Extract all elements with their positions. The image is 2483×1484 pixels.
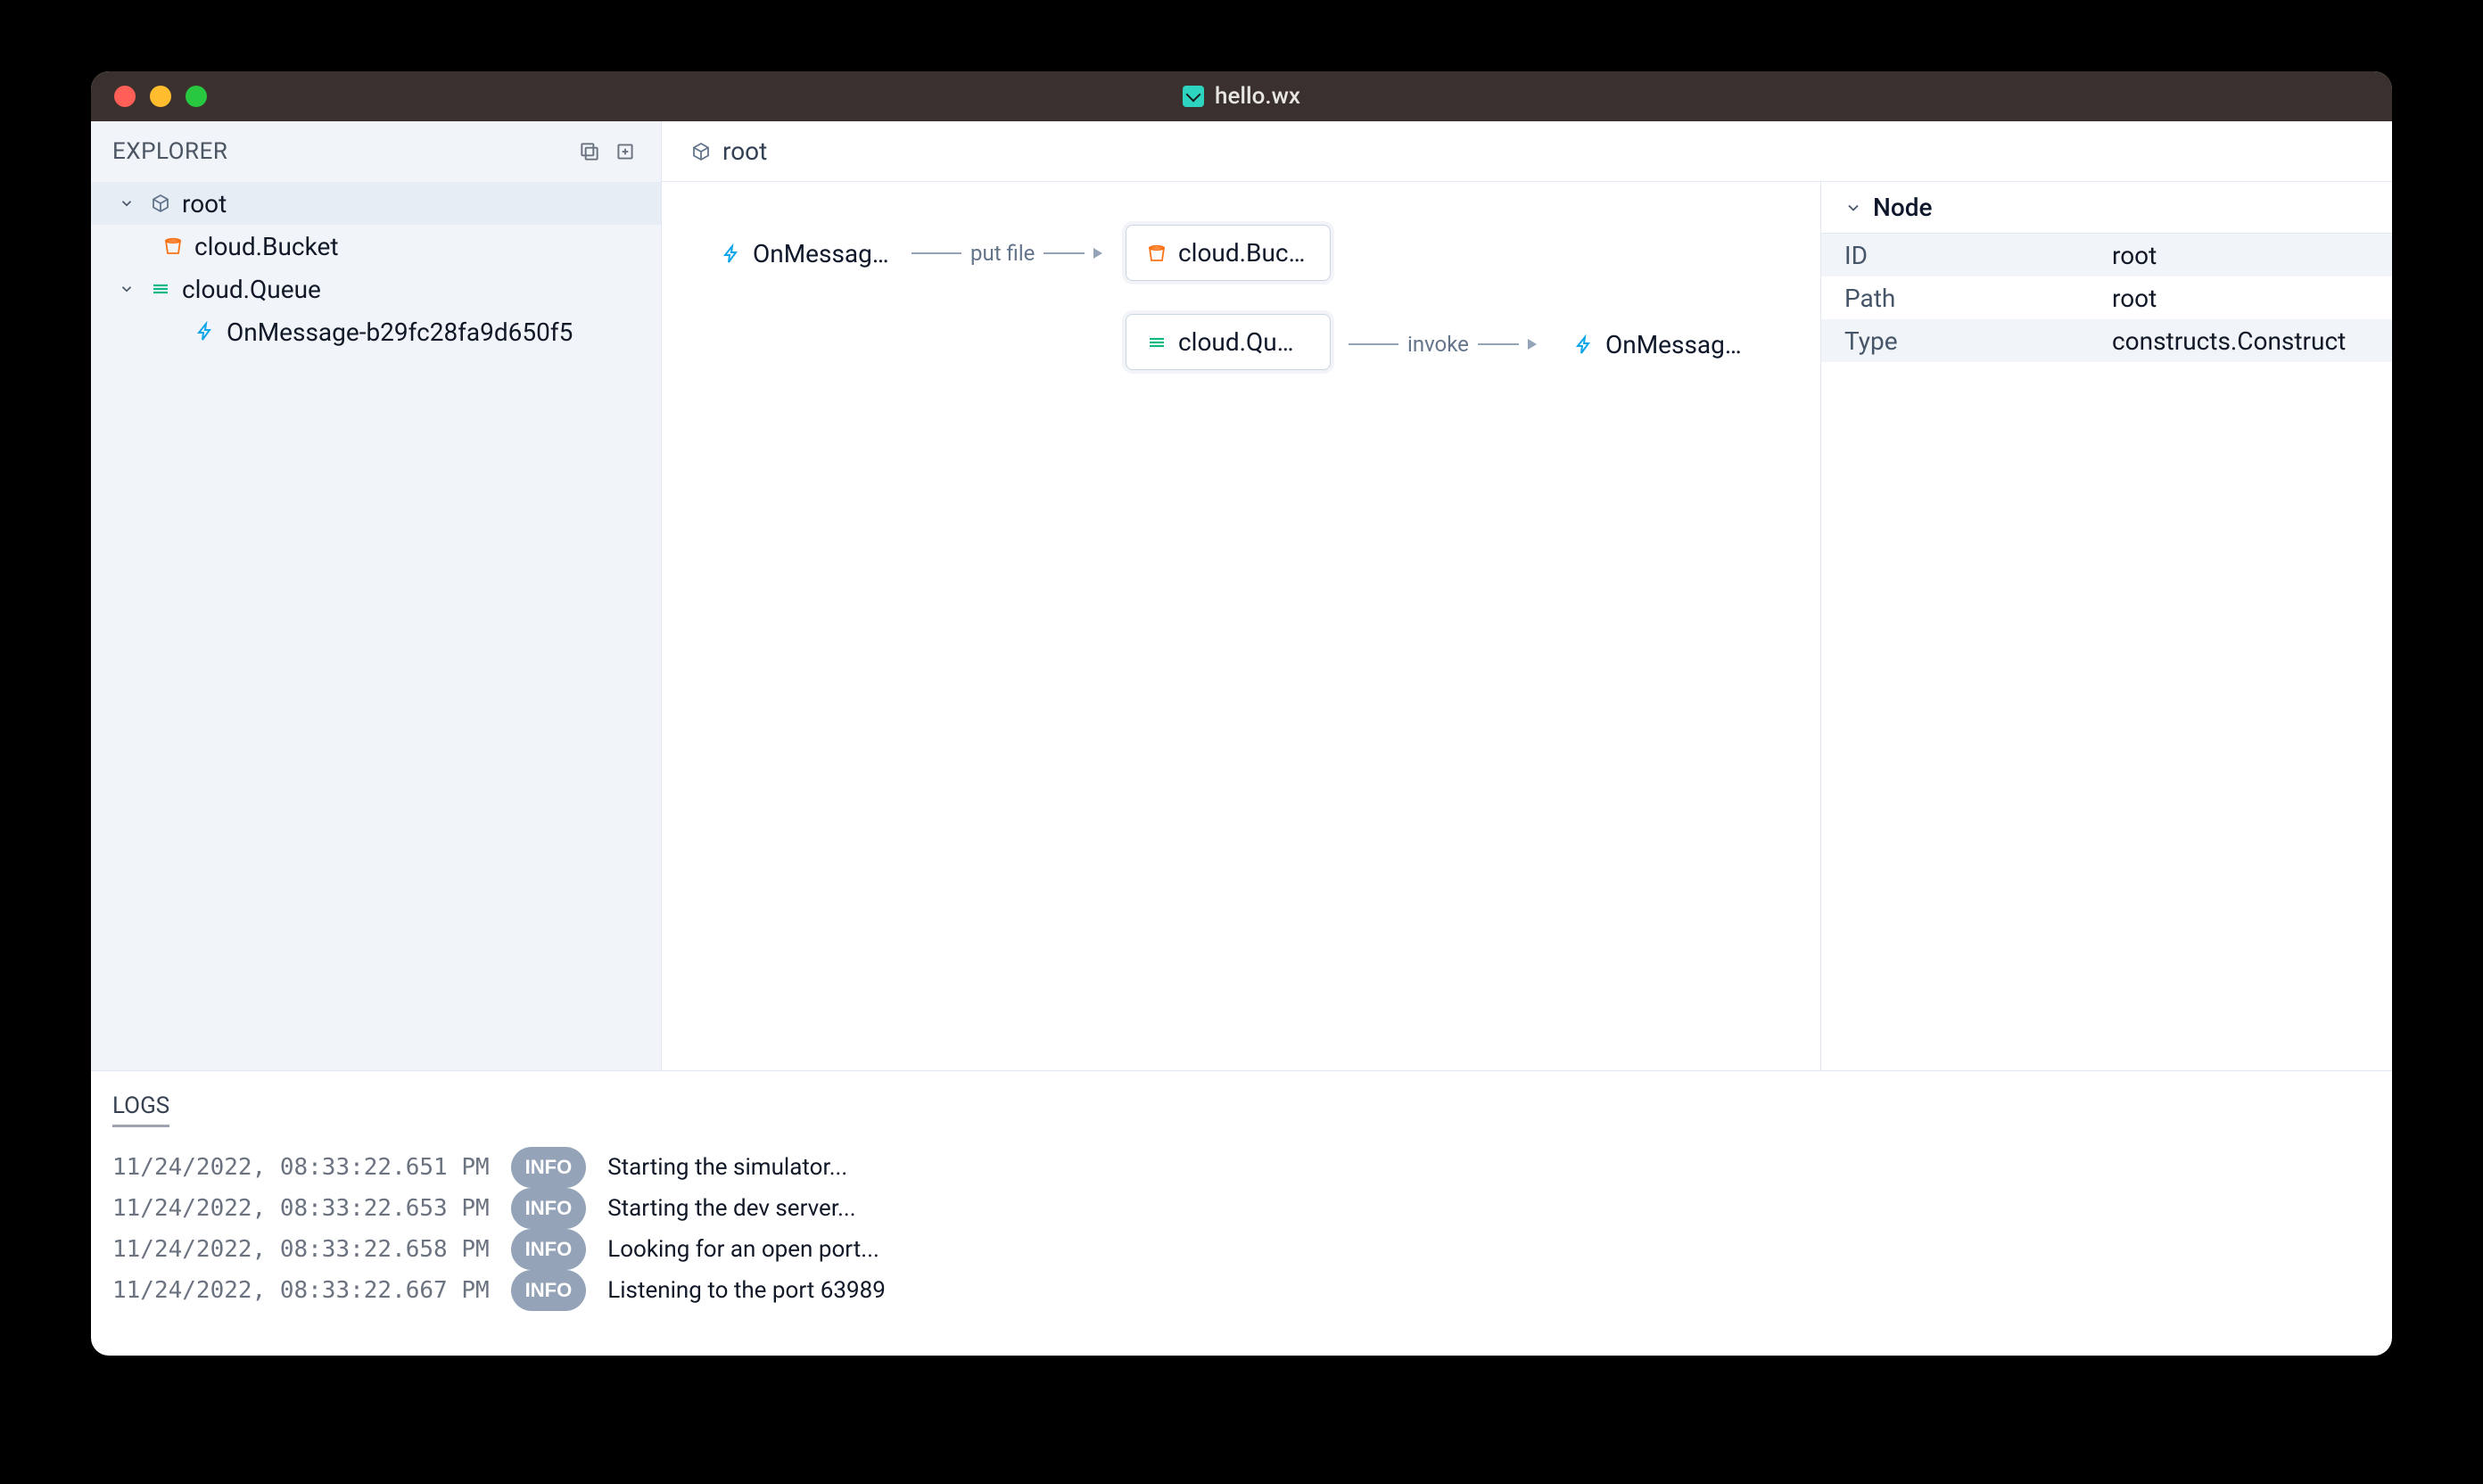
window-title-text: hello.wx: [1215, 83, 1300, 110]
breadcrumb-root[interactable]: root: [722, 136, 767, 166]
explorer-sidebar: EXPLORER: [91, 121, 662, 1070]
log-row: 11/24/2022, 08:33:22.651 PM INFO Startin…: [112, 1147, 2371, 1188]
node-label: cloud.Buc…: [1178, 238, 1305, 268]
log-message: Looking for an open port...: [607, 1232, 879, 1267]
log-message: Starting the dev server...: [607, 1191, 855, 1226]
detail-value: root: [2112, 241, 2157, 270]
titlebar: hello.wx: [91, 71, 2392, 121]
detail-row: Type constructs.Construct: [1821, 319, 2392, 362]
chevron-down-icon: [118, 280, 136, 298]
edge-line: [1478, 343, 1519, 345]
log-level-badge: INFO: [511, 1147, 587, 1188]
minimize-window-button[interactable]: [150, 86, 171, 107]
node-label: OnMessag…: [1605, 330, 1742, 359]
logs-panel: LOGS 11/24/2022, 08:33:22.651 PM INFO St…: [91, 1070, 2392, 1356]
log-timestamp: 11/24/2022, 08:33:22.651 PM: [112, 1150, 490, 1185]
tree-item-label: root: [182, 189, 227, 218]
edge-line: [1044, 252, 1085, 254]
log-row: 11/24/2022, 08:33:22.667 PM INFO Listeni…: [112, 1270, 2371, 1311]
edge-line: [1349, 343, 1398, 345]
log-timestamp: 11/24/2022, 08:33:22.667 PM: [112, 1273, 490, 1308]
explorer-header: EXPLORER: [91, 121, 661, 182]
edge-line: [912, 252, 961, 254]
expand-all-icon[interactable]: [611, 137, 639, 166]
bucket-icon: [1146, 243, 1167, 264]
log-level-badge: INFO: [511, 1188, 587, 1229]
cube-icon: [690, 141, 712, 162]
details-panel: Node ID root Path root Type c: [1821, 182, 2392, 1070]
window-title: hello.wx: [1183, 83, 1300, 110]
tree-item-root[interactable]: root: [91, 182, 661, 225]
queue-icon: [148, 276, 173, 301]
log-message: Listening to the port 63989: [607, 1273, 886, 1308]
detail-value: constructs.Construct: [2112, 326, 2346, 356]
graph-node-queue[interactable]: cloud.Qu…: [1126, 314, 1331, 370]
bolt-icon: [1573, 334, 1595, 356]
arrow-right-icon: [1528, 339, 1537, 350]
tree-item-bucket[interactable]: cloud.Bucket: [91, 225, 661, 268]
log-row: 11/24/2022, 08:33:22.658 PM INFO Looking…: [112, 1229, 2371, 1270]
queue-icon: [1146, 332, 1167, 353]
traffic-lights: [91, 86, 207, 107]
collapse-all-icon[interactable]: [575, 137, 604, 166]
arrow-right-icon: [1093, 248, 1102, 259]
close-window-button[interactable]: [114, 86, 136, 107]
tree-item-onmessage[interactable]: OnMessage-b29fc28fa9d650f5: [91, 310, 661, 353]
detail-row: Path root: [1821, 276, 2392, 319]
cube-icon: [148, 191, 173, 216]
log-row: 11/24/2022, 08:33:22.653 PM INFO Startin…: [112, 1188, 2371, 1229]
graph-node-onmessage-right[interactable]: OnMessag…: [1554, 317, 1759, 372]
detail-key: Path: [1844, 284, 2112, 313]
maximize-window-button[interactable]: [186, 86, 207, 107]
logs-title[interactable]: LOGS: [112, 1092, 169, 1127]
tree: root cloud.Bucket cloud.Queu: [91, 182, 661, 1070]
detail-key: ID: [1844, 241, 2112, 270]
bolt-icon: [721, 243, 742, 265]
node-label: cloud.Qu…: [1178, 327, 1293, 357]
logs-body: 11/24/2022, 08:33:22.651 PM INFO Startin…: [112, 1147, 2371, 1311]
bolt-icon: [193, 319, 218, 344]
breadcrumb: root: [662, 121, 2392, 182]
log-level-badge: INFO: [511, 1229, 587, 1270]
node-label: OnMessag…: [753, 239, 889, 268]
file-type-icon: [1183, 86, 1204, 107]
edge-label: put file: [970, 241, 1035, 266]
bucket-icon: [161, 234, 186, 259]
log-timestamp: 11/24/2022, 08:33:22.653 PM: [112, 1191, 490, 1226]
detail-row: ID root: [1821, 234, 2392, 276]
details-body: ID root Path root Type constructs.Constr…: [1821, 234, 2392, 362]
detail-value: root: [2112, 284, 2157, 313]
graph-node-onmessage-left[interactable]: OnMessag…: [701, 227, 897, 281]
graph-node-bucket[interactable]: cloud.Buc…: [1126, 225, 1331, 281]
graph-canvas[interactable]: OnMessag… put file cloud.Buc…: [662, 182, 1821, 1070]
workspace: EXPLORER: [91, 121, 2392, 1070]
details-header[interactable]: Node: [1821, 182, 2392, 234]
tree-item-queue[interactable]: cloud.Queue: [91, 268, 661, 310]
edge-label: invoke: [1407, 332, 1469, 357]
app-window: hello.wx EXPLORER: [91, 71, 2392, 1356]
chevron-down-icon: [118, 194, 136, 212]
main-panel: root OnMessag… put file: [662, 121, 2392, 1070]
log-timestamp: 11/24/2022, 08:33:22.658 PM: [112, 1232, 490, 1267]
chevron-down-icon: [1844, 199, 1862, 217]
details-title: Node: [1873, 193, 1933, 222]
detail-key: Type: [1844, 326, 2112, 356]
tree-item-label: cloud.Bucket: [194, 232, 339, 261]
tree-item-label: cloud.Queue: [182, 275, 321, 304]
explorer-title: EXPLORER: [112, 138, 227, 165]
tree-item-label: OnMessage-b29fc28fa9d650f5: [227, 317, 573, 347]
log-level-badge: INFO: [511, 1270, 587, 1311]
main-content: OnMessag… put file cloud.Buc…: [662, 182, 2392, 1070]
log-message: Starting the simulator...: [607, 1150, 847, 1185]
